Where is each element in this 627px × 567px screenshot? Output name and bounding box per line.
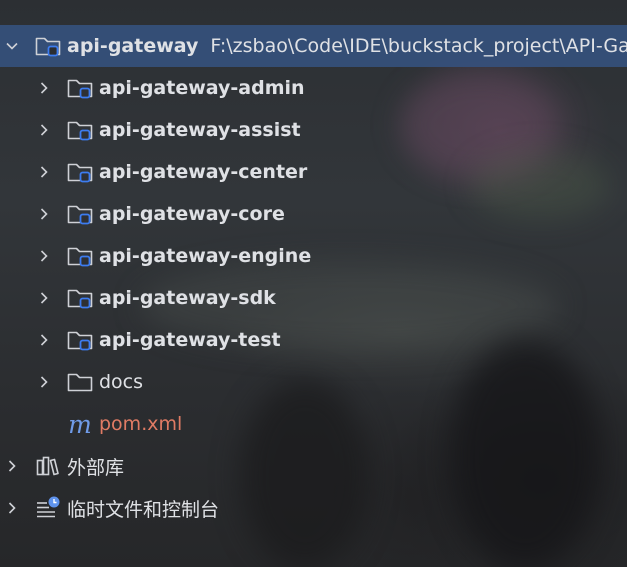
module-label: api-gateway-test bbox=[99, 329, 281, 351]
external-libraries-icon bbox=[34, 453, 62, 479]
module-label: api-gateway-assist bbox=[99, 119, 301, 141]
module-label: api-gateway-admin bbox=[99, 77, 305, 99]
tree-row-module[interactable]: api-gateway-engine bbox=[0, 235, 627, 277]
module-label: api-gateway-sdk bbox=[99, 287, 276, 309]
tree-row-module[interactable]: api-gateway-admin bbox=[0, 67, 627, 109]
external-libraries-label: 外部库 bbox=[67, 456, 125, 479]
chevron-right-icon[interactable] bbox=[4, 498, 20, 518]
folder-icon bbox=[66, 369, 94, 395]
project-tree: api-gateway F:\zsbao\Code\IDE\buckstack_… bbox=[0, 0, 627, 567]
project-name: api-gateway bbox=[67, 35, 199, 57]
chevron-right-icon[interactable] bbox=[36, 204, 52, 224]
module-label: api-gateway-core bbox=[99, 203, 285, 225]
maven-m-icon: m bbox=[68, 409, 92, 439]
module-folder-icon bbox=[66, 159, 94, 185]
chevron-right-icon[interactable] bbox=[36, 246, 52, 266]
tree-row-module[interactable]: api-gateway-center bbox=[0, 151, 627, 193]
module-folder-icon bbox=[66, 201, 94, 227]
folder-label: docs bbox=[99, 371, 144, 393]
tree-row-module[interactable]: api-gateway-test bbox=[0, 319, 627, 361]
chevron-right-icon[interactable] bbox=[36, 288, 52, 308]
module-folder-icon bbox=[66, 117, 94, 143]
tree-row-folder[interactable]: docs bbox=[0, 361, 627, 403]
module-folder-icon bbox=[66, 285, 94, 311]
chevron-right-icon[interactable] bbox=[36, 330, 52, 350]
project-path: F:\zsbao\Code\IDE\buckstack_project\API-… bbox=[210, 35, 627, 57]
module-folder-icon bbox=[66, 75, 94, 101]
tree-row-module[interactable]: api-gateway-core bbox=[0, 193, 627, 235]
tree-row-file[interactable]: m pom.xml bbox=[0, 403, 627, 445]
module-folder-icon bbox=[66, 243, 94, 269]
chevron-down-icon[interactable] bbox=[4, 36, 20, 56]
tree-row-module[interactable]: api-gateway-sdk bbox=[0, 277, 627, 319]
module-label: api-gateway-center bbox=[99, 161, 308, 183]
tree-row-external-libraries[interactable]: 外部库 bbox=[0, 445, 627, 487]
chevron-right-icon[interactable] bbox=[4, 456, 20, 476]
chevron-right-icon[interactable] bbox=[36, 120, 52, 140]
module-label: api-gateway-engine bbox=[99, 245, 312, 267]
module-folder-icon bbox=[66, 327, 94, 353]
file-label: pom.xml bbox=[99, 413, 183, 435]
scratches-consoles-icon bbox=[34, 495, 62, 521]
chevron-right-icon[interactable] bbox=[36, 372, 52, 392]
module-folder-icon bbox=[34, 33, 62, 59]
chevron-right-icon[interactable] bbox=[36, 162, 52, 182]
tree-row-module[interactable]: api-gateway-assist bbox=[0, 109, 627, 151]
tree-row-scratches-consoles[interactable]: 临时文件和控制台 bbox=[0, 487, 627, 529]
scratches-consoles-label: 临时文件和控制台 bbox=[67, 498, 220, 521]
chevron-right-icon[interactable] bbox=[36, 78, 52, 98]
tree-row-root-project[interactable]: api-gateway F:\zsbao\Code\IDE\buckstack_… bbox=[0, 25, 627, 67]
